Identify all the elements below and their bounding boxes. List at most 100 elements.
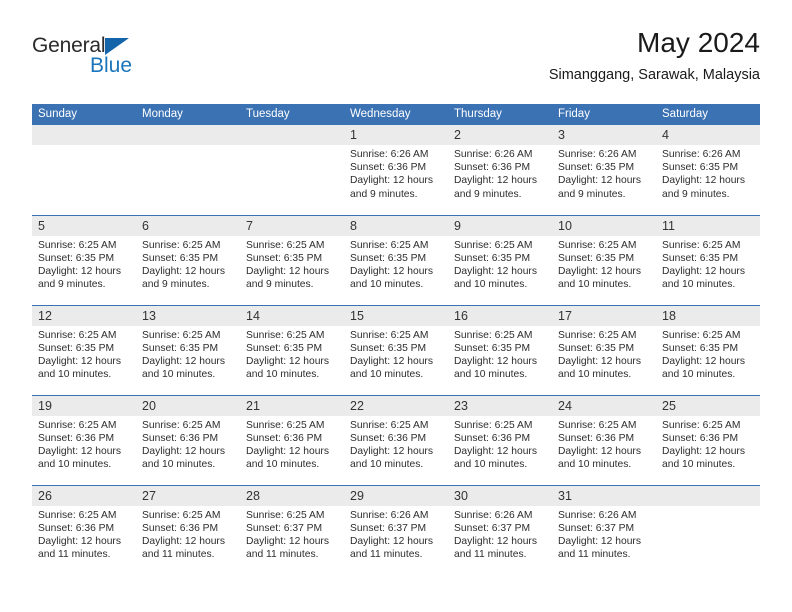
day-details: Sunrise: 6:25 AM Sunset: 6:35 PM Daylight:…	[448, 236, 552, 292]
title-block: May 2024 Simanggang, Sarawak, Malaysia	[549, 26, 760, 86]
sunset-text: Sunset: 6:35 PM	[662, 342, 739, 354]
calendar-body: 1 Sunrise: 6:26 AM Sunset: 6:36 PM Daylight…	[32, 125, 760, 575]
daylight-text: Daylight: 12 hours and 10 minutes.	[350, 355, 433, 381]
calendar-day-cell[interactable]: 19 Sunrise: 6:25 AM Sunset: 6:36 PM Dayligh…	[32, 394, 136, 485]
calendar-day-cell[interactable]: 16 Sunrise: 6:25 AM Sunset: 6:35 PM Dayligh…	[448, 304, 552, 395]
calendar-day-cell[interactable]: 21 Sunrise: 6:25 AM Sunset: 6:36 PM Dayligh…	[240, 394, 344, 485]
calendar-week-row: 5 Sunrise: 6:25 AM Sunset: 6:35 PM Daylight…	[32, 214, 760, 305]
calendar-day-cell[interactable]: 9 Sunrise: 6:25 AM Sunset: 6:35 PM Daylight…	[448, 214, 552, 305]
day-number: 2	[448, 125, 552, 145]
day-number: 13	[136, 305, 240, 326]
calendar-day-cell[interactable]: 5 Sunrise: 6:25 AM Sunset: 6:35 PM Daylight…	[32, 214, 136, 305]
page-header: General Blue May 2024 Simanggang, Sarawa…	[32, 26, 760, 96]
sunset-text: Sunset: 6:37 PM	[454, 522, 531, 534]
calendar-day-cell[interactable]: 26 Sunrise: 6:25 AM Sunset: 6:36 PM Dayligh…	[32, 484, 136, 575]
daylight-text: Daylight: 12 hours and 10 minutes.	[558, 355, 641, 381]
calendar-day-cell[interactable]: 15 Sunrise: 6:25 AM Sunset: 6:35 PM Dayligh…	[344, 304, 448, 395]
calendar-day-cell[interactable]: 12 Sunrise: 6:25 AM Sunset: 6:35 PM Dayligh…	[32, 304, 136, 395]
sunrise-text: Sunrise: 6:25 AM	[350, 239, 429, 251]
daylight-text: Daylight: 12 hours and 11 minutes.	[454, 535, 537, 561]
day-number: 4	[656, 125, 760, 145]
calendar-day-cell[interactable]: 10 Sunrise: 6:25 AM Sunset: 6:35 PM Dayligh…	[552, 214, 656, 305]
calendar-day-cell[interactable]: 24 Sunrise: 6:25 AM Sunset: 6:36 PM Dayligh…	[552, 394, 656, 485]
calendar-day-cell[interactable]: 2 Sunrise: 6:26 AM Sunset: 6:36 PM Daylight…	[448, 125, 552, 215]
sunset-text: Sunset: 6:35 PM	[38, 252, 115, 264]
calendar-day-cell[interactable]: 29 Sunrise: 6:26 AM Sunset: 6:37 PM Dayligh…	[344, 484, 448, 575]
day-details: Sunrise: 6:25 AM Sunset: 6:35 PM Daylight:…	[656, 236, 760, 292]
daylight-text: Daylight: 12 hours and 11 minutes.	[558, 535, 641, 561]
sunrise-text: Sunrise: 6:25 AM	[246, 329, 325, 341]
day-number: 1	[344, 125, 448, 145]
daylight-text: Daylight: 12 hours and 10 minutes.	[142, 445, 225, 471]
daylight-text: Daylight: 12 hours and 9 minutes.	[246, 265, 329, 291]
calendar-day-cell[interactable]: 27 Sunrise: 6:25 AM Sunset: 6:36 PM Dayligh…	[136, 484, 240, 575]
calendar-day-cell[interactable]: 30 Sunrise: 6:26 AM Sunset: 6:37 PM Dayligh…	[448, 484, 552, 575]
day-details: Sunrise: 6:25 AM Sunset: 6:35 PM Daylight:…	[552, 236, 656, 292]
calendar-day-cell[interactable]: 25 Sunrise: 6:25 AM Sunset: 6:36 PM Dayligh…	[656, 394, 760, 485]
calendar-day-cell[interactable]: 6 Sunrise: 6:25 AM Sunset: 6:35 PM Daylight…	[136, 214, 240, 305]
day-number: 11	[656, 215, 760, 236]
sunrise-text: Sunrise: 6:25 AM	[662, 419, 741, 431]
sunset-text: Sunset: 6:37 PM	[558, 522, 635, 534]
calendar-day-cell[interactable]: 1 Sunrise: 6:26 AM Sunset: 6:36 PM Daylight…	[344, 125, 448, 215]
day-details: Sunrise: 6:26 AM Sunset: 6:36 PM Daylight:…	[448, 145, 552, 201]
weekday-header-monday: Monday	[136, 104, 240, 125]
day-number	[656, 485, 760, 506]
calendar-day-cell[interactable]: 11 Sunrise: 6:25 AM Sunset: 6:35 PM Dayligh…	[656, 214, 760, 305]
sunset-text: Sunset: 6:35 PM	[246, 342, 323, 354]
sunrise-text: Sunrise: 6:25 AM	[142, 509, 221, 521]
sunrise-text: Sunrise: 6:25 AM	[38, 509, 117, 521]
calendar-day-cell[interactable]: 4 Sunrise: 6:26 AM Sunset: 6:35 PM Daylight…	[656, 125, 760, 215]
day-number	[32, 125, 136, 145]
calendar-day-cell[interactable]: 14 Sunrise: 6:25 AM Sunset: 6:35 PM Dayligh…	[240, 304, 344, 395]
daylight-text: Daylight: 12 hours and 10 minutes.	[454, 355, 537, 381]
day-number: 21	[240, 395, 344, 416]
sunset-text: Sunset: 6:37 PM	[246, 522, 323, 534]
sunrise-text: Sunrise: 6:25 AM	[38, 419, 117, 431]
day-details: Sunrise: 6:25 AM Sunset: 6:35 PM Daylight:…	[240, 326, 344, 382]
day-number: 14	[240, 305, 344, 326]
logo-triangle-icon	[105, 38, 129, 55]
calendar-day-cell[interactable]: 31 Sunrise: 6:26 AM Sunset: 6:37 PM Dayligh…	[552, 484, 656, 575]
day-number: 6	[136, 215, 240, 236]
day-number: 16	[448, 305, 552, 326]
day-details: Sunrise: 6:25 AM Sunset: 6:36 PM Daylight:…	[136, 416, 240, 472]
day-number: 12	[32, 305, 136, 326]
sunset-text: Sunset: 6:36 PM	[454, 432, 531, 444]
day-details: Sunrise: 6:25 AM Sunset: 6:35 PM Daylight:…	[32, 326, 136, 382]
sunset-text: Sunset: 6:35 PM	[246, 252, 323, 264]
sunset-text: Sunset: 6:35 PM	[662, 252, 739, 264]
sunrise-text: Sunrise: 6:25 AM	[558, 419, 637, 431]
sunrise-text: Sunrise: 6:25 AM	[142, 419, 221, 431]
sunrise-text: Sunrise: 6:25 AM	[142, 239, 221, 251]
sunrise-text: Sunrise: 6:25 AM	[350, 419, 429, 431]
calendar-day-cell[interactable]: 8 Sunrise: 6:25 AM Sunset: 6:35 PM Daylight…	[344, 214, 448, 305]
daylight-text: Daylight: 12 hours and 9 minutes.	[142, 265, 225, 291]
day-number: 22	[344, 395, 448, 416]
day-details: Sunrise: 6:25 AM Sunset: 6:35 PM Daylight:…	[448, 326, 552, 382]
calendar-day-cell[interactable]: 13 Sunrise: 6:25 AM Sunset: 6:35 PM Dayligh…	[136, 304, 240, 395]
calendar-week-row: 26 Sunrise: 6:25 AM Sunset: 6:36 PM Dayligh…	[32, 484, 760, 575]
calendar-day-cell[interactable]: 20 Sunrise: 6:25 AM Sunset: 6:36 PM Dayligh…	[136, 394, 240, 485]
day-number: 29	[344, 485, 448, 506]
calendar-day-cell[interactable]: 22 Sunrise: 6:25 AM Sunset: 6:36 PM Dayligh…	[344, 394, 448, 485]
calendar-day-cell[interactable]: 23 Sunrise: 6:25 AM Sunset: 6:36 PM Dayligh…	[448, 394, 552, 485]
day-number: 20	[136, 395, 240, 416]
weekday-header-friday: Friday	[552, 104, 656, 125]
calendar-day-cell[interactable]: 18 Sunrise: 6:25 AM Sunset: 6:35 PM Dayligh…	[656, 304, 760, 395]
daylight-text: Daylight: 12 hours and 10 minutes.	[662, 355, 745, 381]
day-details: Sunrise: 6:25 AM Sunset: 6:36 PM Daylight:…	[32, 416, 136, 472]
day-details: Sunrise: 6:25 AM Sunset: 6:35 PM Daylight:…	[136, 236, 240, 292]
day-number: 31	[552, 485, 656, 506]
day-details: Sunrise: 6:26 AM Sunset: 6:36 PM Daylight:…	[344, 145, 448, 201]
daylight-text: Daylight: 12 hours and 10 minutes.	[38, 355, 121, 381]
calendar-day-cell[interactable]: 7 Sunrise: 6:25 AM Sunset: 6:35 PM Daylight…	[240, 214, 344, 305]
sunrise-text: Sunrise: 6:26 AM	[558, 149, 637, 160]
calendar-day-cell[interactable]: 17 Sunrise: 6:25 AM Sunset: 6:35 PM Dayligh…	[552, 304, 656, 395]
calendar-day-cell[interactable]: 28 Sunrise: 6:25 AM Sunset: 6:37 PM Dayligh…	[240, 484, 344, 575]
day-details: Sunrise: 6:25 AM Sunset: 6:36 PM Daylight:…	[240, 416, 344, 472]
calendar-day-cell[interactable]: 3 Sunrise: 6:26 AM Sunset: 6:35 PM Daylight…	[552, 125, 656, 215]
day-number	[136, 125, 240, 145]
calendar-week-row: 1 Sunrise: 6:26 AM Sunset: 6:36 PM Daylight…	[32, 125, 760, 215]
day-number: 7	[240, 215, 344, 236]
